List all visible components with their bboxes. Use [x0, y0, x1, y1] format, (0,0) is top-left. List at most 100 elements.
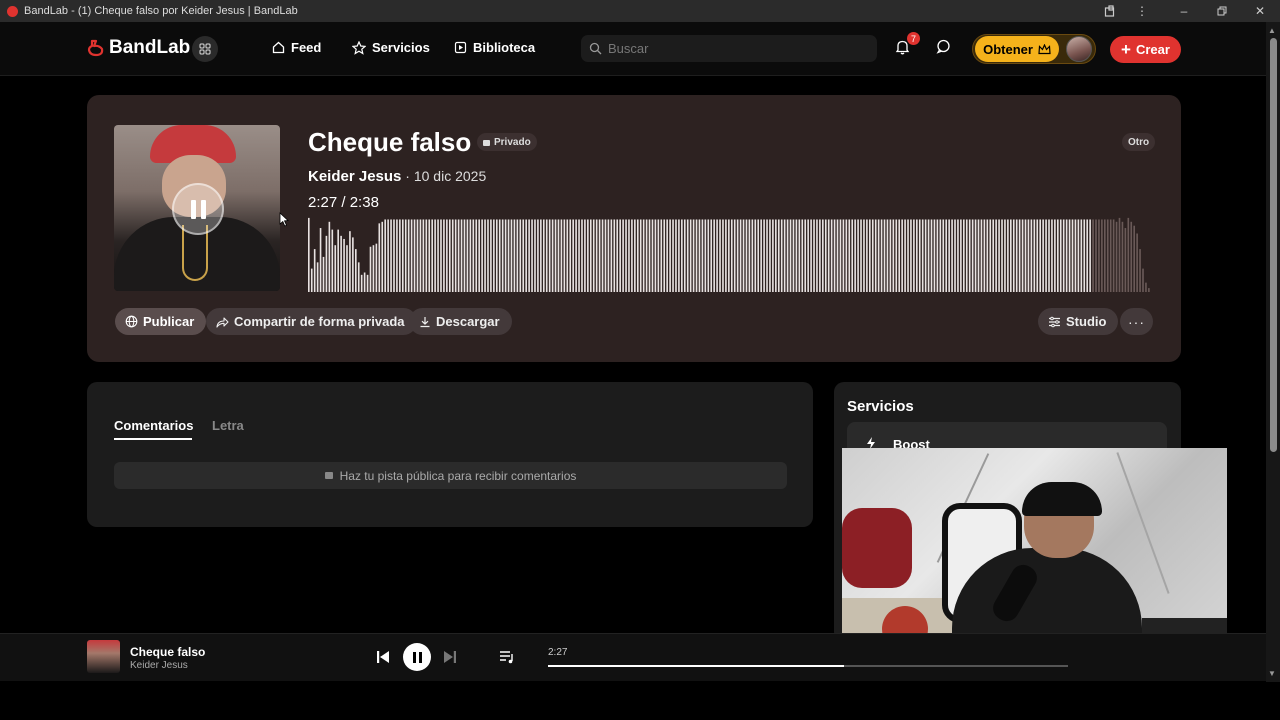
get-membership-button[interactable]: Obtener: [975, 36, 1059, 62]
waveform-bar: [393, 219, 395, 292]
active-tab-indicator: [114, 438, 192, 440]
waveform-bar: [537, 219, 539, 292]
bandlab-logo[interactable]: BandLab: [87, 37, 190, 59]
messages-button[interactable]: [936, 39, 951, 59]
user-avatar[interactable]: [1066, 36, 1092, 62]
waveform-bar: [1074, 219, 1077, 292]
waveform-bar: [357, 262, 360, 292]
studio-label: Studio: [1066, 314, 1107, 329]
waveform-bar: [710, 219, 713, 292]
waveform-bar: [639, 219, 642, 292]
waveform-bar: [816, 219, 818, 292]
waveform-bar: [481, 219, 483, 292]
waveform-bar: [498, 219, 501, 292]
tab-comentarios[interactable]: Comentarios: [114, 418, 193, 433]
waveform-bar: [836, 219, 839, 292]
restore-button[interactable]: [1203, 0, 1241, 22]
minimize-button[interactable]: –: [1165, 0, 1203, 22]
waveform-bar: [619, 219, 621, 292]
player-artist[interactable]: Keider Jesus: [130, 660, 188, 671]
nav-feed[interactable]: Feed: [272, 40, 321, 55]
artist-link[interactable]: Keider Jesus: [308, 168, 401, 185]
genre-badge[interactable]: Otro: [1122, 133, 1156, 151]
nav-biblioteca-label: Biblioteca: [473, 40, 536, 55]
waveform-bar: [1098, 219, 1100, 292]
download-button[interactable]: Descargar: [409, 308, 512, 335]
studio-button[interactable]: Studio: [1038, 308, 1119, 335]
waveform-bar: [983, 219, 986, 292]
waveform-bar: [739, 219, 742, 292]
waveform-bar: [534, 219, 536, 292]
waveform-bar: [866, 219, 868, 292]
waveform-bar: [457, 219, 460, 292]
queue-icon[interactable]: [499, 650, 515, 664]
waveform-bar: [681, 219, 683, 292]
player-cover-thumbnail[interactable]: [87, 640, 120, 673]
waveform-bar: [381, 221, 384, 292]
more-options-button[interactable]: ···: [1120, 308, 1153, 335]
tab-letra[interactable]: Letra: [212, 418, 244, 433]
publish-button[interactable]: Publicar: [115, 308, 207, 335]
waveform-bar: [845, 219, 848, 292]
waveform-bar: [657, 219, 660, 292]
waveform-bar: [777, 219, 780, 292]
waveform-bar: [1077, 219, 1080, 292]
player-track-title[interactable]: Cheque falso: [130, 645, 205, 659]
browser-menu-icon[interactable]: ⋮: [1123, 0, 1161, 22]
waveform-bar: [413, 219, 416, 292]
globe-icon: [125, 315, 138, 328]
waveform-bar: [824, 219, 827, 292]
cover-pause-button[interactable]: [172, 183, 224, 235]
waveform-bar: [1083, 219, 1086, 292]
scroll-down-arrow-icon[interactable]: ▼: [1268, 669, 1276, 678]
waveform-bar: [742, 219, 745, 292]
share-private-button[interactable]: Compartir de forma privada: [206, 308, 417, 335]
apps-grid-button[interactable]: [192, 36, 218, 62]
lock-icon: [483, 140, 490, 146]
waveform-bar: [1121, 221, 1124, 292]
waveform-bar: [446, 219, 448, 292]
waveform-bar: [578, 219, 580, 292]
waveform-bar: [892, 219, 895, 292]
waveform-bar: [713, 219, 715, 292]
scroll-up-arrow-icon[interactable]: ▲: [1268, 26, 1276, 35]
waveform-bar: [545, 219, 548, 292]
waveform-bar: [616, 219, 619, 292]
waveform-bar: [1007, 219, 1009, 292]
waveform-bar: [945, 219, 948, 292]
previous-track-icon[interactable]: [375, 649, 391, 665]
waveform-bar: [425, 219, 428, 292]
waveform-bar: [730, 219, 733, 292]
waveform-bar: [971, 219, 974, 292]
close-window-button[interactable]: ✕: [1241, 0, 1279, 22]
scrollbar-thumb[interactable]: [1270, 38, 1277, 452]
waveform-bar: [396, 219, 398, 292]
player-pause-button[interactable]: [403, 643, 431, 671]
waveform-bar: [789, 219, 792, 292]
waveform-bar: [904, 219, 906, 292]
nav-servicios[interactable]: Servicios: [352, 40, 430, 55]
waveform-bar: [613, 219, 616, 292]
search-icon: [589, 42, 602, 55]
waveform-bar: [968, 219, 971, 292]
waveform-bar: [1054, 219, 1056, 292]
waveform-bar: [369, 246, 372, 292]
waveform-bar: [628, 219, 630, 292]
waveform-bar: [960, 219, 962, 292]
waveform-bar: [1051, 219, 1053, 292]
track-waveform[interactable]: [308, 214, 1151, 292]
waveform-bar: [939, 219, 942, 292]
waveform-bar: [566, 219, 569, 292]
search-input[interactable]: [608, 41, 858, 56]
search-box[interactable]: [581, 35, 877, 62]
waveform-bar: [622, 219, 624, 292]
grid-icon: [199, 43, 211, 55]
create-button[interactable]: + Crear: [1110, 36, 1181, 63]
waveform-bar: [346, 245, 348, 292]
privacy-badge: Privado: [477, 133, 537, 151]
comments-locked-notice: Haz tu pista pública para recibir coment…: [114, 462, 787, 489]
waveform-bar: [986, 219, 989, 292]
waveform-bar: [1124, 228, 1127, 292]
next-track-icon[interactable]: [442, 649, 458, 665]
nav-biblioteca[interactable]: Biblioteca: [454, 40, 535, 55]
